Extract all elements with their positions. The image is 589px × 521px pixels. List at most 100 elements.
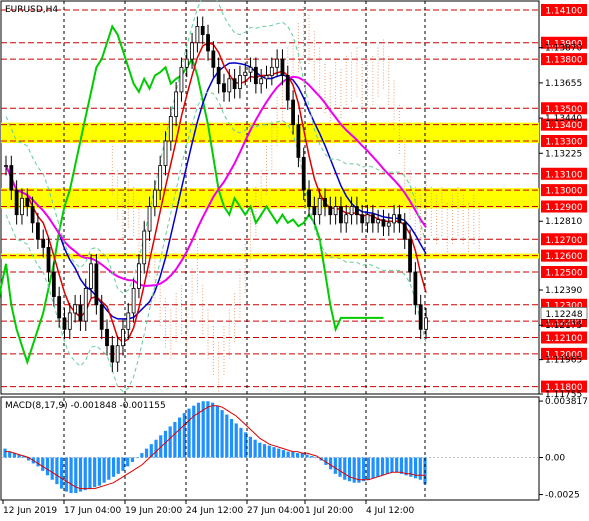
candle-body bbox=[317, 197, 322, 216]
candle-body bbox=[158, 165, 163, 191]
macd-bar bbox=[126, 457, 130, 467]
macd-bar bbox=[69, 457, 73, 494]
time-tick-label: 12 Jun 2019 bbox=[3, 506, 57, 516]
macd-bar bbox=[310, 456, 314, 458]
level-label: 1.12100 bbox=[545, 334, 582, 344]
macd-bar bbox=[229, 419, 234, 458]
macd-bar bbox=[277, 448, 281, 458]
macd-bar bbox=[234, 423, 238, 458]
candle-body bbox=[73, 304, 78, 314]
macd-bar bbox=[97, 457, 101, 486]
candle-body bbox=[163, 140, 168, 166]
candle-body bbox=[14, 189, 19, 216]
candle-body bbox=[397, 214, 402, 224]
macd-bar bbox=[3, 448, 7, 458]
macd-bar bbox=[295, 453, 300, 458]
macd-bar bbox=[135, 457, 139, 459]
macd-bar bbox=[300, 453, 304, 458]
candle-body bbox=[280, 58, 285, 76]
macd-bar bbox=[102, 457, 106, 483]
macd-bar bbox=[211, 402, 215, 458]
candle-body bbox=[78, 304, 83, 322]
candle-body bbox=[200, 25, 205, 35]
macd-title: MACD(8,17,9) -0.001848 -0.001155 bbox=[5, 401, 166, 411]
candle-body bbox=[291, 99, 295, 126]
level-label: 1.13300 bbox=[545, 138, 582, 148]
candle-body bbox=[392, 214, 397, 224]
price-tick-label: 1.12810 bbox=[545, 217, 582, 227]
main-chart-title: EURUSD,H4 bbox=[5, 5, 58, 15]
candle-body bbox=[184, 58, 189, 68]
candle-body bbox=[264, 75, 269, 80]
macd-bar bbox=[88, 457, 92, 489]
candle-body bbox=[121, 328, 125, 347]
macd-bar bbox=[187, 408, 191, 458]
macd-bar bbox=[343, 457, 347, 480]
macd-bar bbox=[41, 457, 45, 471]
time-tick-label: 24 Jun 12:00 bbox=[186, 506, 243, 516]
candle-body bbox=[227, 78, 232, 93]
candle-body bbox=[370, 214, 375, 224]
candle-body bbox=[62, 317, 67, 330]
candle-body bbox=[46, 247, 51, 273]
macd-bar bbox=[173, 421, 177, 458]
candle-body bbox=[179, 66, 184, 93]
macd-bar bbox=[220, 410, 224, 458]
candle-body bbox=[339, 206, 343, 224]
macd-bar bbox=[329, 457, 333, 470]
candle-body bbox=[35, 222, 40, 240]
macd-bar bbox=[116, 457, 120, 474]
candle-body bbox=[67, 312, 72, 330]
candle-body bbox=[275, 58, 280, 68]
macd-bar bbox=[262, 444, 267, 458]
candle-body bbox=[402, 222, 407, 240]
price-tick-label: 1.12175 bbox=[545, 321, 582, 331]
candle-body bbox=[30, 206, 35, 224]
candle-body bbox=[20, 197, 24, 216]
macd-bar bbox=[45, 457, 50, 476]
macd-bar bbox=[366, 457, 370, 480]
candle-body bbox=[105, 328, 109, 347]
macd-bar bbox=[385, 457, 389, 474]
candle-body bbox=[312, 206, 317, 216]
candle-body bbox=[9, 165, 14, 191]
macd-bar bbox=[314, 457, 319, 459]
candle-body bbox=[413, 271, 418, 306]
macd-bar bbox=[196, 402, 201, 458]
candle-body bbox=[41, 238, 46, 248]
macd-bar bbox=[130, 457, 135, 462]
candle-body bbox=[307, 189, 311, 207]
macd-bar bbox=[55, 457, 59, 485]
macd-bar bbox=[376, 457, 380, 477]
candle-body bbox=[344, 214, 349, 224]
macd-bar bbox=[404, 457, 408, 476]
level-label: 1.12700 bbox=[545, 236, 582, 246]
candle-body bbox=[296, 124, 301, 158]
candle-body bbox=[216, 66, 221, 85]
macd-bar bbox=[93, 457, 97, 488]
macd-bar bbox=[338, 457, 342, 477]
candle-body bbox=[323, 197, 327, 207]
macd-bar bbox=[248, 436, 252, 458]
macd-bar bbox=[225, 414, 229, 458]
macd-bar bbox=[215, 405, 219, 458]
macd-bar bbox=[154, 439, 158, 458]
price-tick-label: 1.13440 bbox=[545, 114, 582, 124]
macd-bar bbox=[107, 457, 111, 480]
macd-bar bbox=[192, 405, 196, 458]
candle-body bbox=[51, 271, 56, 297]
candle-body bbox=[328, 206, 333, 216]
macd-bar bbox=[60, 457, 64, 489]
macd-tick-label: 0.00 bbox=[545, 454, 565, 464]
price-tick-label: 1.13225 bbox=[545, 149, 582, 159]
macd-bar bbox=[50, 457, 54, 480]
macd-bar bbox=[333, 457, 337, 474]
macd-bar bbox=[64, 457, 68, 492]
candle-body bbox=[333, 206, 338, 216]
macd-bar bbox=[395, 457, 399, 473]
macd-plot-area bbox=[0, 396, 540, 501]
macd-tick-label: -0.0025 bbox=[545, 491, 580, 501]
candle-body bbox=[253, 66, 258, 85]
candle-body bbox=[211, 50, 216, 68]
candle-body bbox=[57, 296, 62, 319]
